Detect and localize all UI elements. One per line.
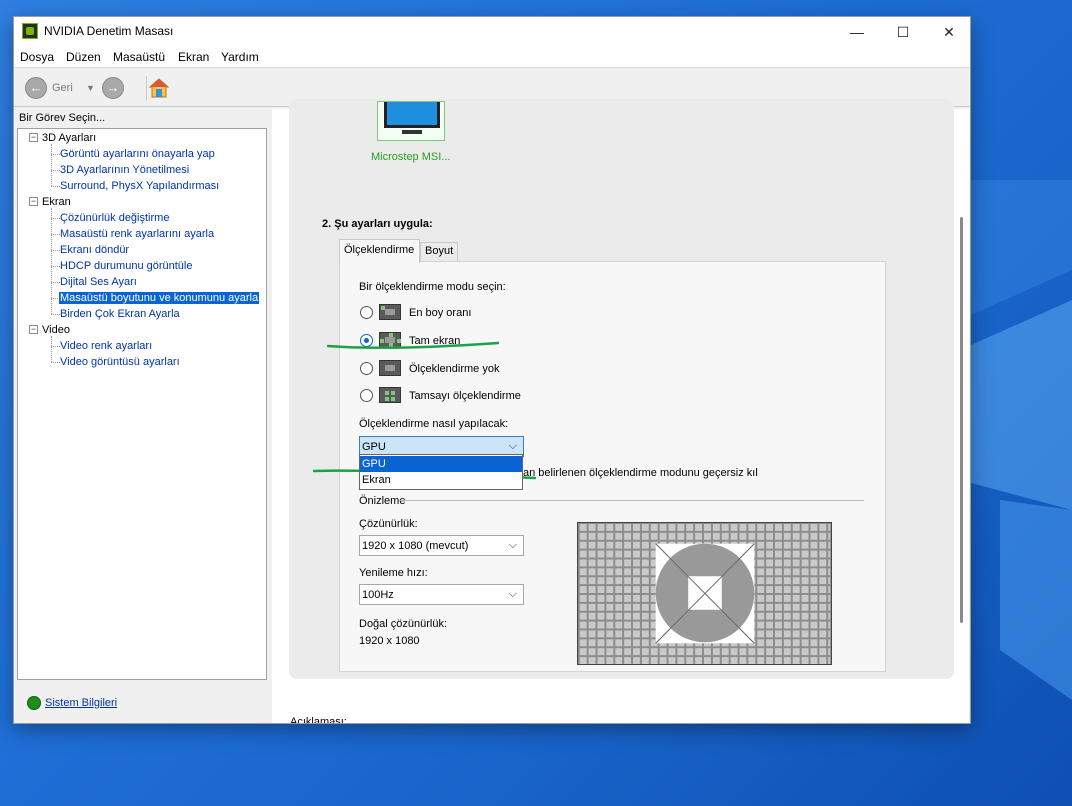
refresh-label: Yenileme hızı:	[359, 567, 428, 579]
method-label: Ölçeklendirme nasıl yapılacak:	[359, 418, 509, 430]
dropdown-option-ekran[interactable]: Ekran	[360, 472, 522, 488]
refresh-rate-select[interactable]: 100Hz ⌵	[359, 584, 524, 605]
native-resolution-label: Doğal çözünürlük:	[359, 618, 448, 630]
mode-radio-integer[interactable]	[360, 389, 373, 402]
title-bar: NVIDIA Denetim Masası — ☐ ✕	[14, 17, 970, 47]
menu-ekran[interactable]: Ekran	[178, 50, 209, 64]
tree-item-change-resolution[interactable]: Çözünürlük değiştirme	[60, 212, 169, 224]
tree-item-multiple-displays[interactable]: Birden Çok Ekran Ayarla	[60, 308, 180, 320]
task-panel-title: Bir Görev Seçin...	[19, 112, 106, 124]
menu-yardim[interactable]: Yardım	[221, 50, 259, 64]
window-title: NVIDIA Denetim Masası	[44, 24, 174, 38]
mode-label-none[interactable]: Ölçeklendirme yok	[409, 363, 499, 375]
tab-scaling[interactable]: Ölçeklendirme	[339, 239, 420, 263]
tree-line	[51, 282, 60, 283]
refresh-value: 100Hz	[362, 589, 394, 601]
collapse-icon[interactable]: −	[29, 133, 38, 142]
maximize-button[interactable]: ☐	[880, 17, 926, 47]
tree-item-desktop-size-position[interactable]: Masaüstü boyutunu ve konumunu ayarla	[59, 292, 260, 304]
annotation-underline	[327, 341, 499, 349]
menu-masaustu[interactable]: Masaüstü	[113, 50, 165, 64]
settings-panel: Microstep MSI... 2. Şu ayarları uygula: …	[289, 99, 954, 679]
mode-radio-aspect[interactable]	[360, 306, 373, 319]
content-area: Microstep MSI... 2. Şu ayarları uygula: …	[272, 99, 969, 724]
tree-line	[51, 362, 60, 363]
back-label[interactable]: Geri	[52, 82, 73, 94]
forward-arrow-icon[interactable]: →	[102, 77, 124, 99]
tree-group-video[interactable]: Video	[42, 324, 70, 336]
tree-item-preset-image[interactable]: Görüntü ayarlarını önayarla yap	[60, 148, 215, 160]
tree-line	[51, 144, 52, 186]
tree-group-3d[interactable]: 3D Ayarları	[42, 132, 96, 144]
tree-line	[51, 314, 60, 315]
scaling-method-value: GPU	[362, 441, 386, 453]
tree-item-desktop-color[interactable]: Masaüstü renk ayarlarını ayarla	[60, 228, 214, 240]
step-title: 2. Şu ayarları uygula:	[322, 218, 433, 230]
tree-item-video-image[interactable]: Video görüntüsü ayarları	[60, 356, 180, 368]
resolution-label: Çözünürlük:	[359, 518, 418, 530]
no-scaling-icon	[379, 360, 401, 376]
menu-dosya[interactable]: Dosya	[20, 50, 54, 64]
tree-group-ekran[interactable]: Ekran	[42, 196, 71, 208]
collapse-icon[interactable]: −	[29, 325, 38, 334]
resolution-select[interactable]: 1920 x 1080 (mevcut) ⌵	[359, 535, 524, 556]
close-button[interactable]: ✕	[926, 17, 970, 47]
scaling-preview-image	[577, 522, 832, 665]
integer-scaling-icon	[379, 387, 401, 403]
aspect-ratio-icon	[379, 304, 401, 320]
tree-line	[51, 170, 60, 171]
toolbar-separator	[146, 76, 147, 100]
menu-bar: Dosya Düzen Masaüstü Ekran Yardım	[14, 47, 970, 67]
tree-line	[51, 266, 60, 267]
mode-radio-none[interactable]	[360, 362, 373, 375]
collapse-icon[interactable]: −	[29, 197, 38, 206]
nvidia-control-panel-window: NVIDIA Denetim Masası — ☐ ✕ Dosya Düzen …	[13, 16, 971, 724]
tree-item-manage-3d[interactable]: 3D Ayarlarının Yönetilmesi	[60, 164, 189, 176]
tree-line	[51, 218, 60, 219]
chevron-down-icon: ⌵	[508, 588, 517, 600]
description-label: Açıklaması:	[290, 716, 347, 724]
tree-line	[51, 250, 60, 251]
mode-prompt: Bir ölçeklendirme modu seçin:	[359, 281, 506, 293]
scaling-method-dropdown: GPU Ekran	[359, 454, 523, 490]
tab-size-label: Boyut	[425, 245, 454, 257]
preview-label: Önizleme	[359, 495, 406, 507]
dropdown-option-gpu[interactable]: GPU	[360, 456, 522, 472]
override-checkbox-label[interactable]: an belirlenen ölçeklendirme modunu geçer…	[523, 467, 758, 479]
system-info-icon	[27, 696, 41, 710]
tree-item-digital-audio[interactable]: Dijital Ses Ayarı	[60, 276, 137, 288]
tree-item-video-color[interactable]: Video renk ayarları	[60, 340, 152, 352]
tree-line	[51, 154, 60, 155]
display-monitor-icon[interactable]	[377, 101, 445, 141]
native-resolution-value: 1920 x 1080	[359, 635, 420, 647]
back-history-chevron-icon[interactable]: ▼	[86, 83, 95, 93]
mode-label-aspect[interactable]: En boy oranı	[409, 307, 471, 319]
tree-line	[51, 186, 60, 187]
tab-size[interactable]: Boyut	[420, 242, 458, 262]
home-icon[interactable]	[148, 77, 170, 99]
tree-item-hdcp-status[interactable]: HDCP durumunu görüntüle	[60, 260, 192, 272]
resolution-value: 1920 x 1080 (mevcut)	[362, 540, 469, 552]
system-info-label[interactable]: Sistem Bilgileri	[45, 697, 117, 709]
display-name[interactable]: Microstep MSI...	[371, 151, 450, 163]
tree-line	[51, 346, 60, 347]
tab-scaling-label: Ölçeklendirme	[344, 244, 415, 256]
tree-line	[51, 234, 60, 235]
menu-duzen[interactable]: Düzen	[66, 50, 101, 64]
vertical-scrollbar[interactable]	[960, 217, 963, 623]
mode-label-integer[interactable]: Tamsayı ölçeklendirme	[409, 390, 521, 402]
tree-line	[51, 336, 52, 362]
chevron-down-icon: ⌵	[508, 440, 517, 452]
back-arrow-icon[interactable]: ←	[25, 77, 47, 99]
chevron-down-icon: ⌵	[508, 539, 517, 551]
task-tree: − 3D Ayarları Görüntü ayarlarını önayarl…	[17, 128, 267, 680]
tree-item-rotate-display[interactable]: Ekranı döndür	[60, 244, 129, 256]
nvidia-app-icon	[22, 23, 38, 39]
tree-item-surround-physx[interactable]: Surround, PhysX Yapılandırması	[60, 180, 219, 192]
minimize-button[interactable]: —	[834, 17, 880, 47]
preview-divider	[399, 500, 864, 501]
